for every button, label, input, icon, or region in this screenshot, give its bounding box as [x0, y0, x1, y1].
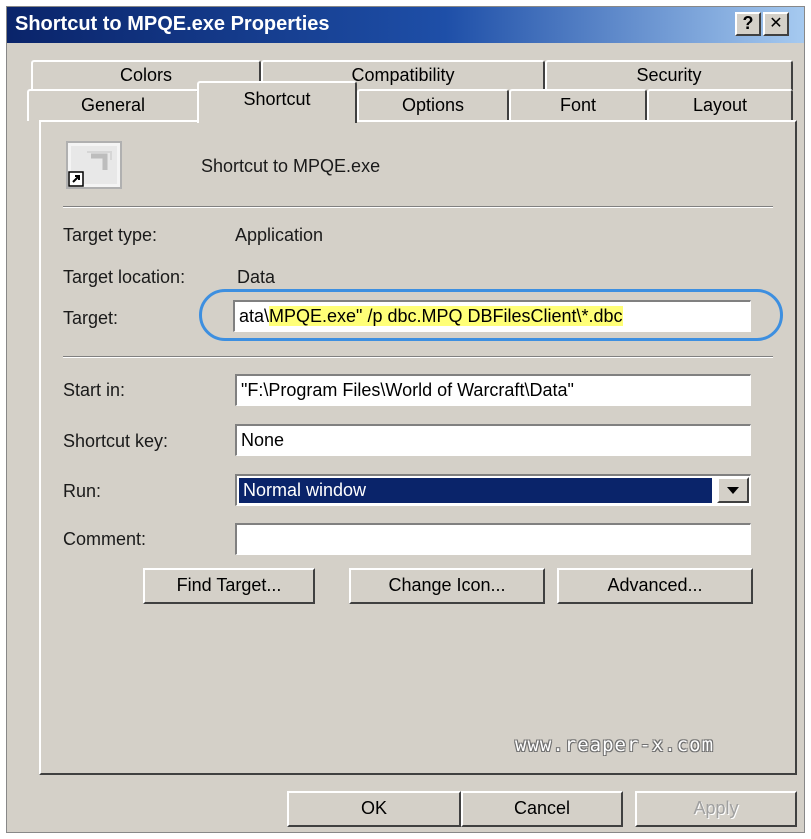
tab-options-label: Options: [401, 95, 465, 115]
target-label: Target:: [63, 308, 119, 328]
help-button[interactable]: ?: [735, 12, 761, 36]
tab-font[interactable]: Font: [509, 89, 647, 121]
tab-colors-label: Colors: [119, 65, 172, 85]
cancel-button[interactable]: Cancel: [461, 791, 623, 827]
tab-security-label: Security: [636, 65, 702, 85]
target-type-label: Target type:: [63, 225, 158, 245]
apply-button[interactable]: Apply: [635, 791, 797, 827]
find-target-button[interactable]: Find Target...: [143, 568, 315, 604]
target-type-value: Application: [235, 225, 324, 245]
target-location-value: Data: [237, 267, 276, 287]
change-icon-button[interactable]: Change Icon...: [349, 568, 545, 604]
tab-layout[interactable]: Layout: [647, 89, 793, 121]
run-select[interactable]: Normal window: [235, 474, 751, 506]
watermark: www.reaper-x.com: [515, 734, 715, 756]
separator: [63, 206, 773, 208]
run-label: Run:: [63, 481, 102, 501]
tab-layout-label: Layout: [692, 95, 748, 115]
target-location-label: Target location:: [63, 267, 186, 287]
comment-field[interactable]: [235, 523, 751, 555]
tab-general[interactable]: General: [27, 89, 199, 121]
target-value-highlight: MPQE.exe" /p dbc.MPQ DBFilesClient\*.dbc: [269, 306, 623, 326]
properties-dialog: Shortcut to MPQE.exe Properties ? ✕ Colo…: [6, 6, 805, 833]
shortcut-tab-panel: Shortcut to MPQE.exe Target type: Applic…: [39, 120, 797, 775]
advanced-button[interactable]: Advanced...: [557, 568, 753, 604]
shortcut-application-icon: [65, 140, 125, 192]
shortcut-name: Shortcut to MPQE.exe: [201, 156, 381, 176]
shortcut-key-label: Shortcut key:: [63, 431, 169, 451]
target-field[interactable]: ata\MPQE.exe" /p dbc.MPQ DBFilesClient\*…: [233, 300, 751, 332]
comment-label: Comment:: [63, 529, 147, 549]
close-button[interactable]: ✕: [763, 12, 789, 36]
tab-security[interactable]: Security: [545, 60, 793, 90]
tab-shortcut-label: Shortcut: [243, 89, 311, 109]
target-value-prefix: ata\: [239, 306, 270, 326]
start-in-label: Start in:: [63, 380, 126, 400]
tab-options[interactable]: Options: [357, 89, 509, 121]
tab-font-label: Font: [559, 95, 597, 115]
shortcut-key-field[interactable]: None: [235, 424, 751, 456]
separator: [63, 356, 773, 358]
tab-shortcut[interactable]: Shortcut: [197, 81, 357, 123]
start-in-field[interactable]: "F:\Program Files\World of Warcraft\Data…: [235, 374, 751, 406]
tab-compatibility-label: Compatibility: [351, 65, 455, 85]
title-bar[interactable]: Shortcut to MPQE.exe Properties ? ✕: [7, 7, 804, 43]
run-selected-value: Normal window: [239, 478, 712, 503]
chevron-down-icon[interactable]: [717, 477, 749, 503]
window-title: Shortcut to MPQE.exe Properties: [15, 13, 330, 35]
tab-general-label: General: [80, 95, 146, 115]
ok-button[interactable]: OK: [287, 791, 461, 827]
